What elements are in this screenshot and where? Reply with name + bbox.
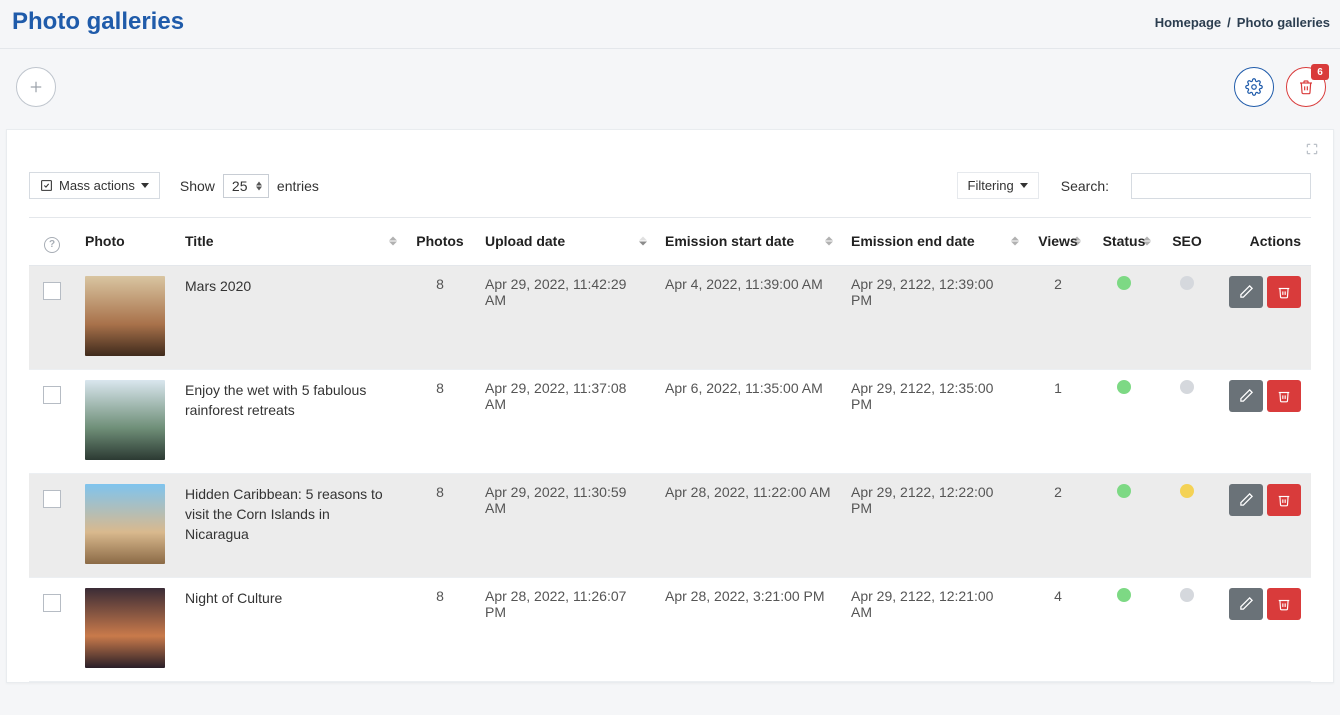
delete-button[interactable] [1267, 380, 1301, 412]
filtering-button[interactable]: Filtering [957, 172, 1039, 199]
row-end-date: Apr 29, 2122, 12:39:00 PM [841, 265, 1027, 369]
page-toolbar: 6 [0, 49, 1340, 129]
page-size-value: 25 [232, 178, 248, 194]
search-label: Search: [1061, 178, 1109, 194]
entries-label: entries [277, 178, 319, 194]
table-row: Hidden Caribbean: 5 reasons to visit the… [29, 473, 1311, 577]
fullscreen-icon[interactable] [1305, 142, 1319, 156]
row-views: 4 [1027, 577, 1089, 681]
status-dot [1117, 484, 1131, 498]
breadcrumb-home[interactable]: Homepage [1155, 15, 1221, 30]
row-photo-count: 8 [405, 473, 475, 577]
status-dot [1117, 276, 1131, 290]
row-thumbnail[interactable] [85, 588, 165, 668]
row-photo-count: 8 [405, 369, 475, 473]
row-checkbox[interactable] [43, 386, 61, 404]
table-controls: Mass actions Show 25 entries Filtering S… [7, 162, 1333, 209]
row-upload-date: Apr 29, 2022, 11:42:29 AM [475, 265, 655, 369]
col-actions: Actions [1215, 218, 1311, 266]
row-end-date: Apr 29, 2122, 12:21:00 AM [841, 577, 1027, 681]
delete-button[interactable] [1267, 588, 1301, 620]
breadcrumb-current: Photo galleries [1237, 15, 1330, 30]
row-title[interactable]: Night of Culture [175, 577, 405, 681]
row-upload-date: Apr 28, 2022, 11:26:07 PM [475, 577, 655, 681]
content-panel: Mass actions Show 25 entries Filtering S… [6, 129, 1334, 683]
seo-dot [1180, 588, 1194, 602]
mass-actions-button[interactable]: Mass actions [29, 172, 160, 199]
select-caret-icon [256, 181, 262, 190]
row-start-date: Apr 28, 2022, 3:21:00 PM [655, 577, 841, 681]
col-upload[interactable]: Upload date [475, 218, 655, 266]
row-end-date: Apr 29, 2122, 12:22:00 PM [841, 473, 1027, 577]
col-photos: Photos [405, 218, 475, 266]
trash-button[interactable]: 6 [1286, 67, 1326, 107]
row-thumbnail[interactable] [85, 276, 165, 356]
row-title[interactable]: Enjoy the wet with 5 fabulous rainforest… [175, 369, 405, 473]
page-size-select[interactable]: 25 [223, 174, 269, 198]
caret-down-icon [1020, 183, 1028, 188]
add-button[interactable] [16, 67, 56, 107]
galleries-table: ? Photo Title Photos Upload date Emissio… [29, 217, 1311, 682]
table-row: Mars 20208Apr 29, 2022, 11:42:29 AMApr 4… [29, 265, 1311, 369]
status-dot [1117, 588, 1131, 602]
filtering-label: Filtering [968, 178, 1014, 193]
breadcrumb-separator: / [1227, 15, 1231, 30]
row-views: 2 [1027, 473, 1089, 577]
table-row: Enjoy the wet with 5 fabulous rainforest… [29, 369, 1311, 473]
row-start-date: Apr 6, 2022, 11:35:00 AM [655, 369, 841, 473]
breadcrumb: Homepage / Photo galleries [1155, 15, 1330, 30]
help-icon[interactable]: ? [44, 237, 60, 253]
col-title[interactable]: Title [175, 218, 405, 266]
status-dot [1117, 380, 1131, 394]
delete-button[interactable] [1267, 484, 1301, 516]
row-photo-count: 8 [405, 577, 475, 681]
mass-actions-label: Mass actions [59, 178, 135, 193]
col-photo: Photo [75, 218, 175, 266]
edit-button[interactable] [1229, 588, 1263, 620]
seo-dot [1180, 380, 1194, 394]
row-checkbox[interactable] [43, 594, 61, 612]
edit-button[interactable] [1229, 484, 1263, 516]
row-upload-date: Apr 29, 2022, 11:30:59 AM [475, 473, 655, 577]
row-checkbox[interactable] [43, 490, 61, 508]
row-end-date: Apr 29, 2122, 12:35:00 PM [841, 369, 1027, 473]
row-checkbox[interactable] [43, 282, 61, 300]
plus-icon [27, 78, 45, 96]
search-input[interactable] [1131, 173, 1311, 199]
edit-button[interactable] [1229, 380, 1263, 412]
settings-button[interactable] [1234, 67, 1274, 107]
row-upload-date: Apr 29, 2022, 11:37:08 AM [475, 369, 655, 473]
seo-dot [1180, 276, 1194, 290]
table-row: Night of Culture8Apr 28, 2022, 11:26:07 … [29, 577, 1311, 681]
edit-button[interactable] [1229, 276, 1263, 308]
seo-dot [1180, 484, 1194, 498]
caret-down-icon [141, 183, 149, 188]
page-title: Photo galleries [12, 8, 184, 36]
row-photo-count: 8 [405, 265, 475, 369]
row-views: 1 [1027, 369, 1089, 473]
delete-button[interactable] [1267, 276, 1301, 308]
gear-icon [1245, 78, 1263, 96]
row-start-date: Apr 4, 2022, 11:39:00 AM [655, 265, 841, 369]
row-title[interactable]: Hidden Caribbean: 5 reasons to visit the… [175, 473, 405, 577]
trash-icon [1298, 79, 1314, 95]
trash-badge: 6 [1311, 64, 1329, 80]
row-thumbnail[interactable] [85, 380, 165, 460]
col-status[interactable]: Status [1089, 218, 1159, 266]
row-start-date: Apr 28, 2022, 11:22:00 AM [655, 473, 841, 577]
row-thumbnail[interactable] [85, 484, 165, 564]
col-start[interactable]: Emission start date [655, 218, 841, 266]
col-views[interactable]: Views [1027, 218, 1089, 266]
page-header: Photo galleries Homepage / Photo galleri… [0, 0, 1340, 49]
col-seo: SEO [1159, 218, 1215, 266]
row-title[interactable]: Mars 2020 [175, 265, 405, 369]
col-end[interactable]: Emission end date [841, 218, 1027, 266]
check-square-icon [40, 179, 53, 192]
show-label: Show [180, 178, 215, 194]
row-views: 2 [1027, 265, 1089, 369]
